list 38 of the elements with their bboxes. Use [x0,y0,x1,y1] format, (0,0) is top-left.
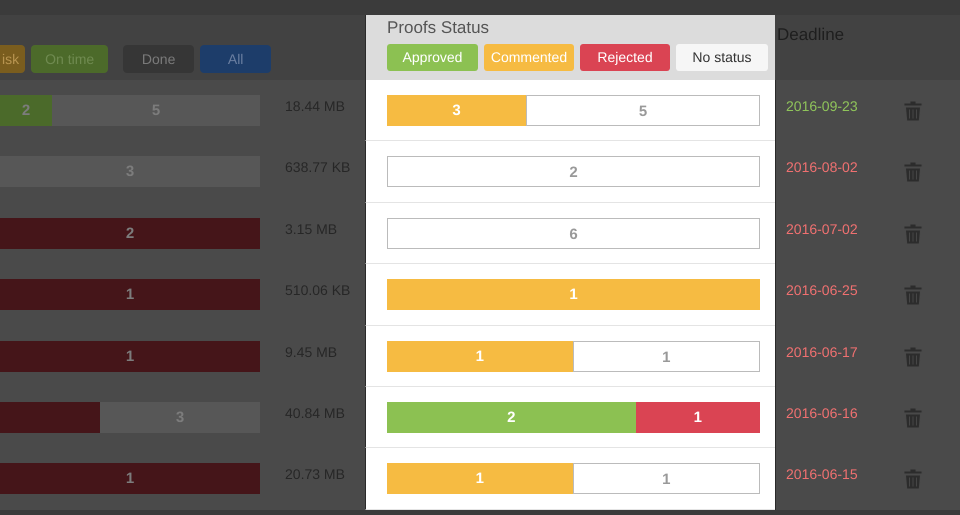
trash-icon[interactable] [903,284,923,306]
legend-badge: No status [676,44,768,71]
proofs-segment: 1 [636,402,760,433]
legend-badge: Approved [387,44,478,71]
proofs-segment: 2 [387,402,636,433]
deadline-date: 2016-06-16 [786,404,859,421]
proofs-segment: 1 [572,340,760,372]
filter-button[interactable]: Done [123,45,194,73]
trash-icon[interactable] [903,222,923,245]
progress-segment: 1 [0,463,260,494]
legend-badge: Commented [484,44,574,71]
proofs-segment: 1 [572,463,760,494]
deadline-date: 2016-08-02 [786,159,859,176]
deadline-date: 2016-09-23 [786,98,859,114]
proofs-segment: 1 [387,463,572,494]
proofs-segment: 2 [387,156,760,188]
progress-segment: 2 [0,218,260,249]
filter-button[interactable]: isk [0,45,26,73]
trash-icon[interactable] [903,468,923,490]
panel-title: Proofs Status [387,18,490,39]
deadline-date: 2016-06-15 [786,466,859,482]
filter-button[interactable]: All [200,45,272,73]
proofs-segment: 6 [387,218,760,249]
trash-icon[interactable] [903,406,923,429]
proofs-segment: 1 [387,340,572,372]
proofs-segment: 3 [387,95,526,126]
deadline-date: 2016-06-25 [786,282,859,298]
trash-icon[interactable] [903,346,923,368]
proofs-segment: 5 [526,95,760,126]
trash-icon[interactable] [903,100,923,122]
progress-segment: 1 [0,279,260,310]
legend-badge: Rejected [580,44,670,71]
trash-icon[interactable] [903,161,923,184]
deadline-date: 2016-06-17 [786,344,859,360]
progress-segment: 2 [0,95,52,126]
progress-segment: 1 [0,340,260,372]
deadline-date: 2016-07-02 [786,220,859,237]
proofs-segment: 1 [387,279,760,310]
